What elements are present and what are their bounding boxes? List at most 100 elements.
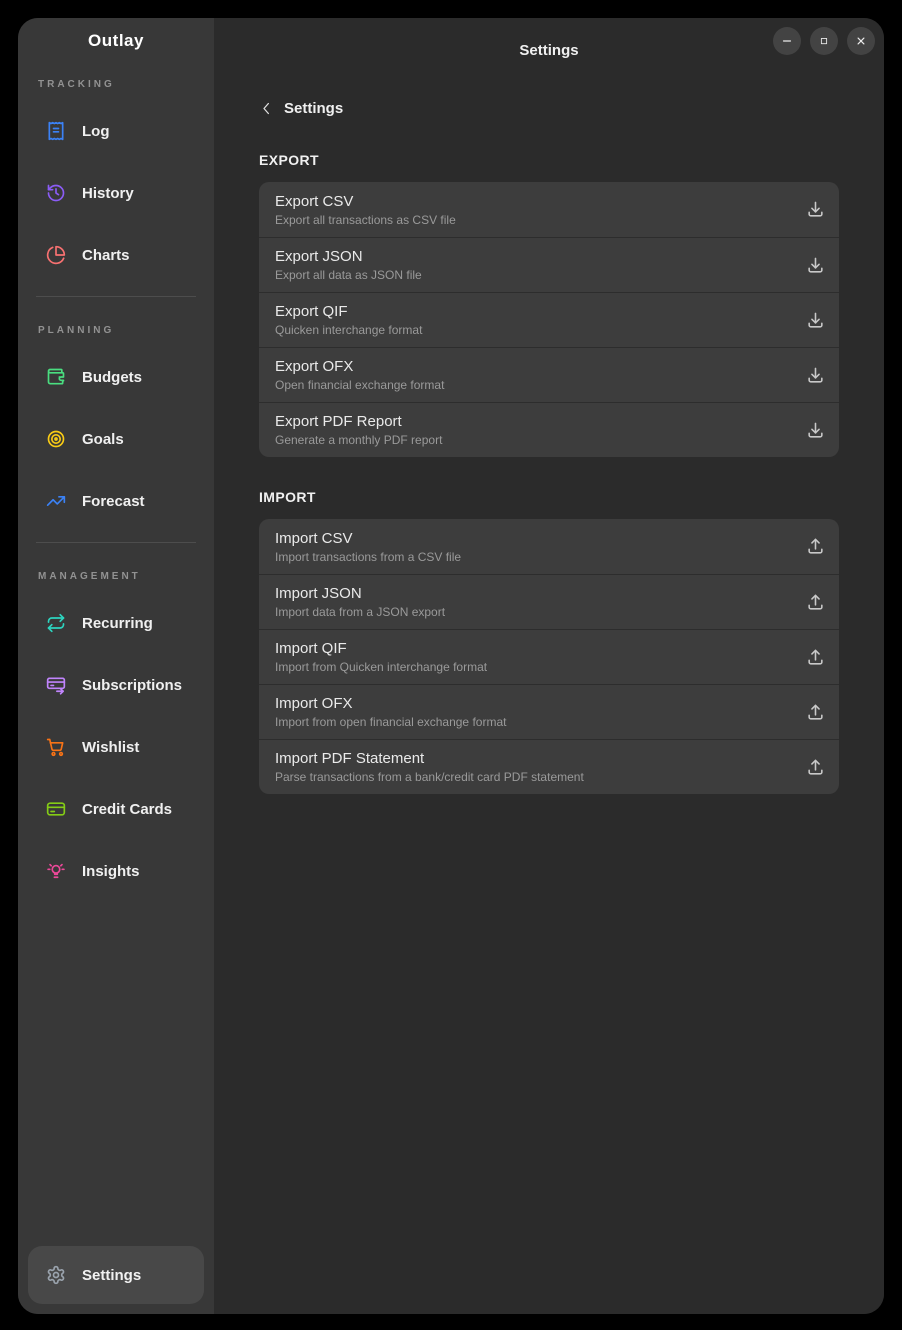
row-subtitle: Quicken interchange format xyxy=(275,323,789,337)
settings-content: Settings EXPORT Export CSV Export all tran… xyxy=(214,82,884,794)
settings-row-import-csv[interactable]: Import CSV Import transactions from a CSV… xyxy=(259,519,839,574)
upload-icon[interactable] xyxy=(804,646,826,668)
upload-icon[interactable] xyxy=(804,536,826,558)
target-icon xyxy=(46,429,66,449)
minimize-button[interactable] xyxy=(773,27,801,55)
sidebar-item-subscriptions[interactable]: Subscriptions xyxy=(18,654,214,716)
sidebar-section-label: PLANNING xyxy=(38,325,214,336)
sidebar-item-label: Log xyxy=(82,123,110,140)
sidebar-item-wishlist[interactable]: Wishlist xyxy=(18,716,214,778)
row-title: Export OFX xyxy=(275,358,789,375)
page-title: Settings xyxy=(519,42,578,59)
row-subtitle: Import transactions from a CSV file xyxy=(275,550,789,564)
row-subtitle: Import from Quicken interchange format xyxy=(275,660,789,674)
row-subtitle: Generate a monthly PDF report xyxy=(275,433,789,447)
row-subtitle: Export all transactions as CSV file xyxy=(275,213,789,227)
sidebar-divider xyxy=(36,296,196,297)
sidebar-item-label: History xyxy=(82,185,134,202)
export-card: Export CSV Export all transactions as CSV… xyxy=(259,182,839,457)
sidebar-section-label: MANAGEMENT xyxy=(38,571,214,582)
sidebar-item-label: Charts xyxy=(82,247,130,264)
sidebar-divider xyxy=(36,542,196,543)
sidebar-section-label: TRACKING xyxy=(38,79,214,90)
upload-icon[interactable] xyxy=(804,591,826,613)
row-subtitle: Open financial exchange format xyxy=(275,378,789,392)
gear-icon xyxy=(46,1265,66,1285)
settings-row-export-json[interactable]: Export JSON Export all data as JSON file xyxy=(259,237,839,292)
upload-icon[interactable] xyxy=(804,756,826,778)
settings-row-import-json[interactable]: Import JSON Import data from a JSON expor… xyxy=(259,574,839,629)
wallet-icon xyxy=(46,367,66,387)
settings-row-import-qif[interactable]: Import QIF Import from Quicken interchang… xyxy=(259,629,839,684)
close-button[interactable] xyxy=(847,27,875,55)
sidebar: Outlay TRACKING Log History Charts PLANNING B… xyxy=(18,18,214,1314)
sidebar-item-settings[interactable]: Settings xyxy=(28,1246,204,1304)
minimize-icon xyxy=(780,34,794,48)
sidebar-item-credit-cards[interactable]: Credit Cards xyxy=(18,778,214,840)
row-title: Export JSON xyxy=(275,248,789,265)
sidebar-item-charts[interactable]: Charts xyxy=(18,224,214,286)
repeat-icon xyxy=(46,613,66,633)
sidebar-item-label: Insights xyxy=(82,863,140,880)
back-navigation[interactable]: Settings xyxy=(259,96,839,120)
sidebar-item-label: Budgets xyxy=(82,369,142,386)
maximize-button[interactable] xyxy=(810,27,838,55)
row-title: Export CSV xyxy=(275,193,789,210)
sidebar-item-label: Subscriptions xyxy=(82,677,182,694)
sidebar-item-history[interactable]: History xyxy=(18,162,214,224)
app-window: Outlay TRACKING Log History Charts PLANNING B… xyxy=(18,18,884,1314)
settings-row-export-csv[interactable]: Export CSV Export all transactions as CSV… xyxy=(259,182,839,237)
main-panel: Settings Settings EXPORTExport CSVExport… xyxy=(214,18,884,1314)
download-icon[interactable] xyxy=(804,419,826,441)
window-controls xyxy=(773,27,875,55)
settings-row-export-pdf-report[interactable]: Export PDF ReportGenerate a monthly PDF … xyxy=(259,402,839,457)
settings-sections: EXPORT Export CSV Export all transactions … xyxy=(259,152,839,794)
sidebar-item-label: Credit Cards xyxy=(82,801,172,818)
section-heading-export: EXPORT xyxy=(259,152,839,168)
sidebar-item-label: Settings xyxy=(82,1267,141,1284)
upload-icon[interactable] xyxy=(804,701,826,723)
section-heading-import: IMPORT xyxy=(259,489,839,505)
row-title: Import PDF Statement xyxy=(275,750,789,767)
settings-row-import-pdf-statement[interactable]: Import PDF Statement Parse transactions f… xyxy=(259,739,839,794)
download-icon[interactable] xyxy=(804,199,826,221)
sidebar-item-budgets[interactable]: Budgets xyxy=(18,346,214,408)
sidebar-item-log[interactable]: Log xyxy=(18,100,214,162)
row-title: Import CSV xyxy=(275,530,789,547)
maximize-icon xyxy=(817,34,831,48)
settings-row-import-ofx[interactable]: Import OFX Import from open financial exc… xyxy=(259,684,839,739)
card-arrow-icon xyxy=(46,675,66,695)
settings-row-export-ofx[interactable]: Export OFX Open financial exchange format xyxy=(259,347,839,402)
row-subtitle: Parse transactions from a bank/credit ca… xyxy=(275,770,789,784)
pie-chart-icon xyxy=(46,245,66,265)
sidebar-item-label: Recurring xyxy=(82,615,153,632)
history-icon xyxy=(46,183,66,203)
title-bar: Settings xyxy=(214,18,884,82)
import-card: Import CSV Import transactions from a CSV… xyxy=(259,519,839,794)
row-subtitle: Import data from a JSON export xyxy=(275,605,789,619)
sidebar-item-recurring[interactable]: Recurring xyxy=(18,592,214,654)
download-icon[interactable] xyxy=(804,309,826,331)
close-icon xyxy=(854,34,868,48)
credit-card-icon xyxy=(46,799,66,819)
download-icon[interactable] xyxy=(804,254,826,276)
lightbulb-icon xyxy=(46,861,66,881)
cart-icon xyxy=(46,737,66,757)
row-title: Import OFX xyxy=(275,695,789,712)
sidebar-item-label: Wishlist xyxy=(82,739,139,756)
sidebar-item-goals[interactable]: Goals xyxy=(18,408,214,470)
app-title: Outlay xyxy=(18,18,214,51)
receipt-icon xyxy=(46,121,66,141)
row-title: Import JSON xyxy=(275,585,789,602)
sidebar-item-label: Forecast xyxy=(82,493,145,510)
download-icon[interactable] xyxy=(804,364,826,386)
row-subtitle: Import from open financial exchange form… xyxy=(275,715,789,729)
sidebar-item-forecast[interactable]: Forecast xyxy=(18,470,214,532)
row-title: Import QIF xyxy=(275,640,789,657)
row-subtitle: Export all data as JSON file xyxy=(275,268,789,282)
sidebar-sections: TRACKING Log History Charts PLANNING Budgets G… xyxy=(18,51,214,902)
settings-row-export-qif[interactable]: Export QIFQuicken interchange format xyxy=(259,292,839,347)
sidebar-item-label: Goals xyxy=(82,431,124,448)
sidebar-item-insights[interactable]: Insights xyxy=(18,840,214,902)
chevron-left-icon xyxy=(259,101,274,116)
